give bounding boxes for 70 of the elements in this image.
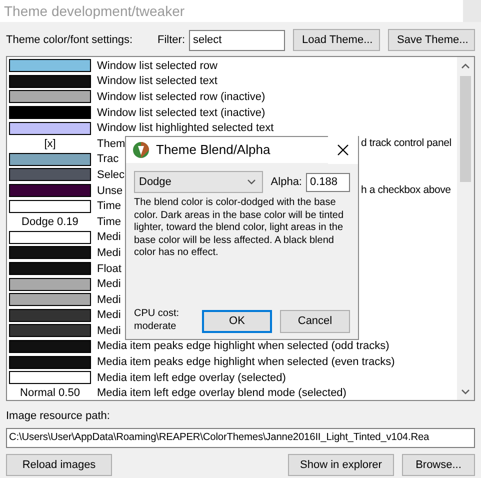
setting-value[interactable]: Normal 0.50 — [9, 386, 91, 400]
path-label: Image resource path: — [5, 409, 111, 424]
setting-label: Trac — [97, 152, 119, 166]
color-swatch[interactable] — [9, 152, 91, 166]
close-icon[interactable] — [337, 144, 349, 156]
color-swatch[interactable] — [9, 168, 91, 182]
settings-label: Theme color/font settings: — [6, 32, 133, 48]
setting-label: Selec — [97, 168, 125, 182]
setting-label: Window list selected text — [97, 74, 218, 88]
setting-label: Float — [97, 262, 122, 276]
setting-label: Media item peaks edge highlight when selected (odd tracks) — [97, 339, 390, 354]
setting-label: Medi — [97, 246, 121, 260]
color-swatch[interactable] — [9, 184, 91, 198]
setting-label: Window list highlighted selected text — [97, 121, 274, 136]
setting-label: Medi — [97, 277, 121, 292]
color-swatch[interactable] — [9, 356, 91, 369]
setting-label: Medi — [97, 308, 121, 322]
setting-label: h a checkbox above — [361, 182, 451, 198]
color-swatch[interactable] — [9, 278, 91, 291]
action-button[interactable]: Browse... — [402, 454, 475, 476]
color-swatch[interactable] — [9, 122, 91, 135]
color-swatch[interactable] — [9, 74, 91, 88]
setting-label: Medi — [97, 324, 121, 338]
setting-label: Time — [97, 199, 122, 214]
color-swatch[interactable] — [9, 293, 91, 306]
theme-button[interactable]: Save Theme... — [388, 29, 475, 51]
mode-dropdown[interactable]: Dodge — [134, 171, 263, 193]
color-swatch[interactable] — [9, 308, 91, 322]
theme-button[interactable]: Load Theme... — [293, 29, 380, 51]
setting-label: Medi — [97, 230, 121, 244]
action-button[interactable]: Show in explorer — [288, 454, 394, 476]
setting-label: d track control panel — [361, 136, 452, 151]
action-button[interactable]: Reload images — [6, 454, 112, 476]
color-swatch[interactable] — [9, 90, 91, 104]
setting-label: Window list selected row (inactive) — [97, 90, 266, 104]
app-icon — [132, 141, 150, 159]
path-field[interactable]: C:\Users\User\AppData\Roaming\REAPER\ColorThemes\Janne2016II_Light_Tinted_v104.Rea — [6, 428, 475, 448]
setting-label: Media item left edge overlay (selected) — [97, 370, 286, 385]
scrollbar[interactable] — [457, 57, 474, 400]
setting-value[interactable]: [x] — [9, 136, 91, 151]
description-text: The blend color is color-dodged with the base color. Dark areas in the base color will be tinted lighter, toward the blend color, light areas in the base color will be less affected. A black blend color has no effect. — [134, 197, 345, 260]
filter-field[interactable]: select — [189, 30, 285, 50]
color-swatch[interactable] — [9, 340, 91, 353]
alpha-field[interactable]: 0.188 — [306, 172, 350, 192]
setting-label: Window list selected text (inactive) — [97, 106, 266, 120]
color-swatch[interactable] — [9, 324, 91, 338]
color-swatch[interactable] — [9, 59, 91, 72]
color-swatch[interactable] — [9, 246, 91, 260]
setting-label: Them — [97, 136, 126, 151]
setting-label: Window list selected row — [97, 58, 218, 73]
dialog-title: Theme Blend/Alpha — [156, 141, 272, 160]
dialog-button[interactable]: OK — [202, 310, 272, 333]
filter-label: Filter: — [158, 32, 185, 48]
window-title: Theme development/tweaker — [3, 2, 185, 21]
scrollbar-thumb[interactable] — [460, 76, 471, 182]
color-swatch[interactable] — [9, 200, 91, 213]
alpha-label: Alpha: — [270, 174, 302, 190]
setting-label: Media item left edge overlay blend mode (selected) — [97, 386, 346, 400]
setting-label: Media item peaks edge highlight when selected (even tracks) — [97, 355, 395, 370]
caret-icon — [246, 179, 256, 185]
color-swatch[interactable] — [9, 371, 91, 384]
color-swatch[interactable] — [9, 230, 91, 244]
setting-label: Unse — [97, 184, 123, 198]
setting-label: Medi — [97, 292, 121, 307]
color-swatch[interactable] — [9, 262, 91, 276]
setting-label: Time — [97, 214, 122, 229]
color-swatch[interactable] — [9, 106, 91, 120]
setting-value[interactable]: Dodge 0.19 — [9, 214, 91, 229]
cpu-cost-text: CPU cost: moderate — [134, 308, 180, 333]
dialog-button[interactable]: Cancel — [280, 310, 350, 333]
